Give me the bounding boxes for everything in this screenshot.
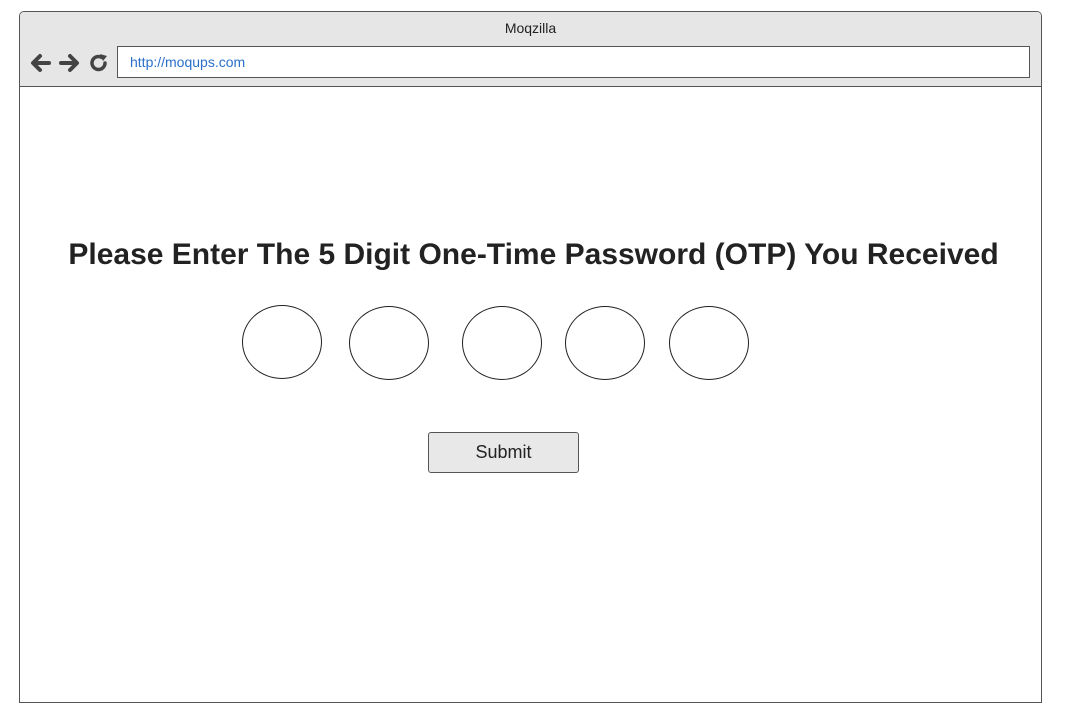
otp-digit-1-input[interactable]	[242, 305, 322, 379]
back-arrow-icon[interactable]	[28, 51, 52, 75]
window-title: Moqzilla	[504, 20, 557, 36]
otp-digit-4-input[interactable]	[565, 306, 645, 380]
otp-digit-5-input[interactable]	[669, 306, 749, 380]
address-bar[interactable]: http://moqups.com	[117, 46, 1030, 78]
submit-button[interactable]: Submit	[428, 432, 579, 473]
forward-arrow-icon[interactable]	[58, 51, 82, 75]
page-title: Please Enter The 5 Digit One-Time Passwo…	[68, 238, 999, 271]
browser-window: Moqzilla http://moqups.com Please Enter …	[19, 11, 1042, 703]
otp-digit-3-input[interactable]	[462, 306, 542, 380]
browser-toolbar: Moqzilla http://moqups.com	[20, 12, 1041, 87]
otp-digit-2-input[interactable]	[349, 306, 429, 380]
refresh-icon[interactable]	[87, 51, 111, 75]
